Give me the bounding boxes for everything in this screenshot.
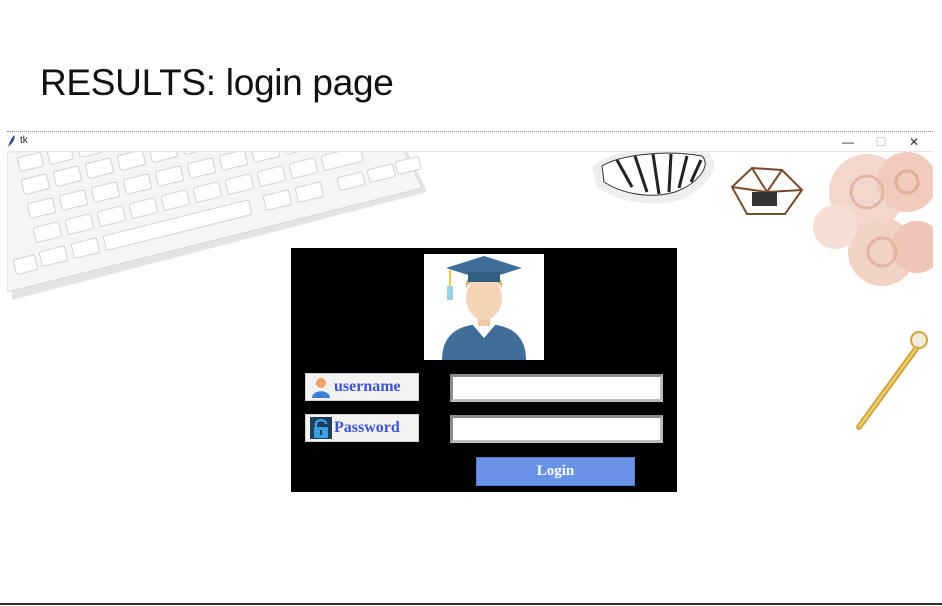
- feather-icon: [8, 135, 15, 147]
- slide-bottom-border: [0, 603, 942, 605]
- zebra-tray-image: [592, 152, 715, 204]
- avatar: [424, 254, 544, 360]
- password-field[interactable]: [450, 415, 663, 443]
- password-label-text: Password: [334, 419, 400, 436]
- minimize-button[interactable]: —: [832, 132, 864, 151]
- username-label: username: [305, 373, 419, 401]
- tk-window: tk — ☐ ✕ username Password Login: [7, 131, 933, 600]
- username-input[interactable]: [453, 377, 660, 399]
- candle-holder-image: [730, 166, 804, 215]
- gold-pen-image: [856, 331, 928, 430]
- password-label: Password: [305, 414, 419, 442]
- slide-title: RESULTS: login page: [40, 62, 394, 103]
- login-panel: username Password Login: [291, 248, 677, 492]
- maximize-button[interactable]: ☐: [865, 132, 897, 151]
- roses-image: [813, 152, 933, 286]
- user-icon: [312, 378, 330, 398]
- login-button[interactable]: Login: [476, 457, 635, 486]
- close-button[interactable]: ✕: [898, 132, 930, 151]
- password-input[interactable]: [453, 418, 660, 440]
- window-titlebar[interactable]: tk — ☐ ✕: [7, 132, 933, 152]
- username-field[interactable]: [450, 374, 663, 402]
- window-title: tk: [20, 135, 28, 146]
- username-label-text: username: [334, 378, 401, 395]
- padlock-icon: [310, 417, 332, 439]
- graduate-avatar-icon: [442, 256, 526, 360]
